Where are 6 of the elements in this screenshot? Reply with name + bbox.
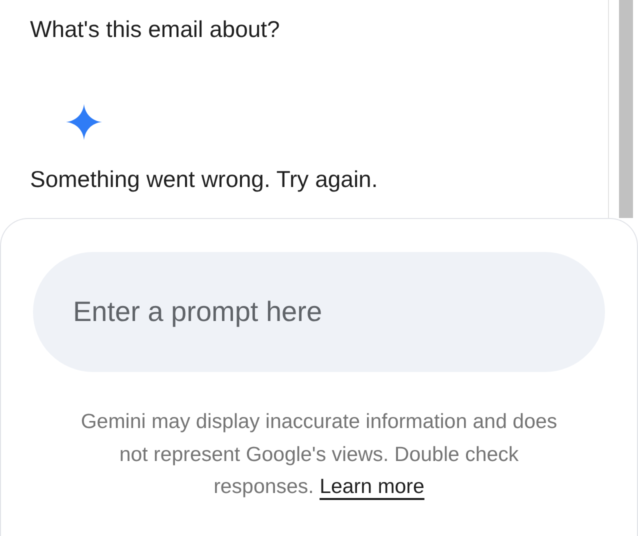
prompt-field[interactable]: Enter a prompt here bbox=[33, 252, 605, 372]
user-question: What's this email about? bbox=[30, 15, 281, 44]
learn-more-link[interactable]: Learn more bbox=[320, 475, 424, 498]
error-message: Something went wrong. Try again. bbox=[30, 165, 379, 194]
disclaimer-text: Gemini may display inaccurate information and does not represent Google's views. Double check responses. Learn more bbox=[80, 409, 558, 500]
sparkle-icon bbox=[66, 104, 102, 140]
